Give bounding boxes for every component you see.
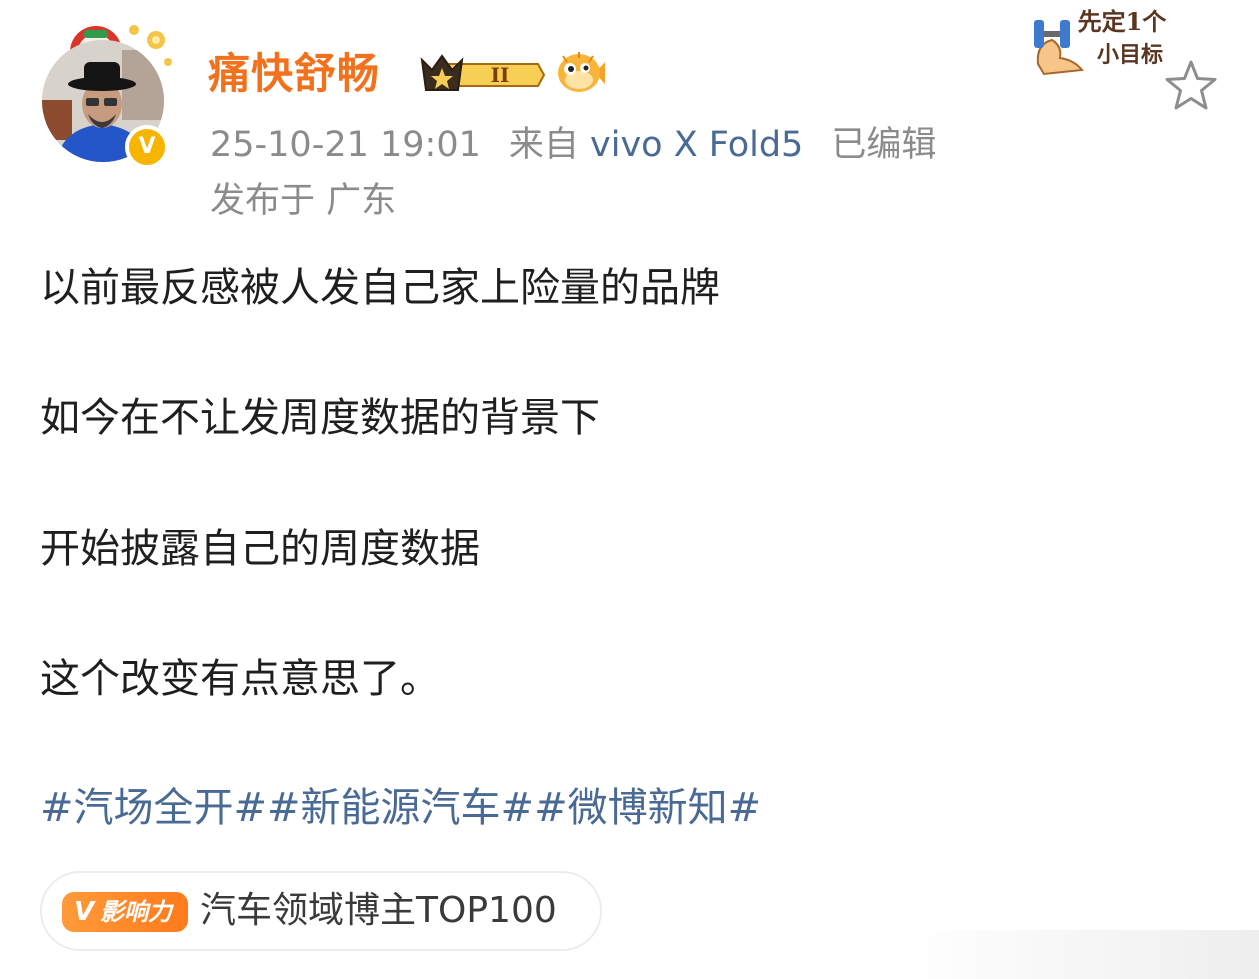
weibo-post: V 痛快舒畅 II 25-10-21 19:01 来自 vivo X Fold5 已… <box>0 0 1259 979</box>
post-paragraph: 开始披露自己的周度数据 <box>40 526 480 572</box>
influence-badge[interactable]: V 影响力 汽车领域博主TOP100 <box>40 871 602 951</box>
post-paragraph: 如今在不让发周度数据的背景下 <box>40 395 600 441</box>
influence-tag-label: 影响力 <box>100 898 172 926</box>
crown-vip-badge-icon[interactable]: II <box>418 52 546 98</box>
star-outline-icon[interactable] <box>1162 58 1220 114</box>
post-paragraph: 这个改变有点意思了。 <box>40 656 440 702</box>
post-meta: 25-10-21 19:01 来自 vivo X Fold5 已编辑 <box>210 120 936 170</box>
post-paragraph: 以前最反感被人发自己家上险量的品牌 <box>40 265 720 311</box>
influence-text: 汽车领域博主TOP100 <box>200 890 557 931</box>
sticker-line1: 先定1个 <box>1078 7 1168 36</box>
post-location: 发布于 广东 <box>210 181 397 221</box>
edited-label[interactable]: 已编辑 <box>831 125 936 165</box>
topic-link[interactable]: #微博新知# <box>534 785 761 831</box>
post-timestamp: 25-10-21 19:01 <box>210 125 481 165</box>
author-avatar-group[interactable]: V <box>38 22 178 172</box>
bottom-shadow <box>900 930 1259 979</box>
topic-link[interactable]: #汽场全开# <box>40 785 267 831</box>
topic-tags: #汽场全开##新能源汽车##微博新知# <box>40 780 761 836</box>
verified-badge-icon: V <box>125 125 169 169</box>
device-link[interactable]: vivo X Fold5 <box>590 125 803 165</box>
dumbbell-arm-icon: 先定1个 小目标 <box>1034 7 1168 76</box>
influence-v-icon: V <box>74 897 95 927</box>
vip-level-label: II <box>491 63 510 87</box>
topic-link[interactable]: #新能源汽车# <box>267 785 534 831</box>
influence-tag: V 影响力 <box>62 892 188 932</box>
author-name[interactable]: 痛快舒畅 <box>208 46 380 102</box>
source-prefix: 来自 <box>508 125 579 165</box>
pufferfish-icon[interactable] <box>555 50 605 96</box>
sticker-line2: 小目标 <box>1097 42 1163 68</box>
